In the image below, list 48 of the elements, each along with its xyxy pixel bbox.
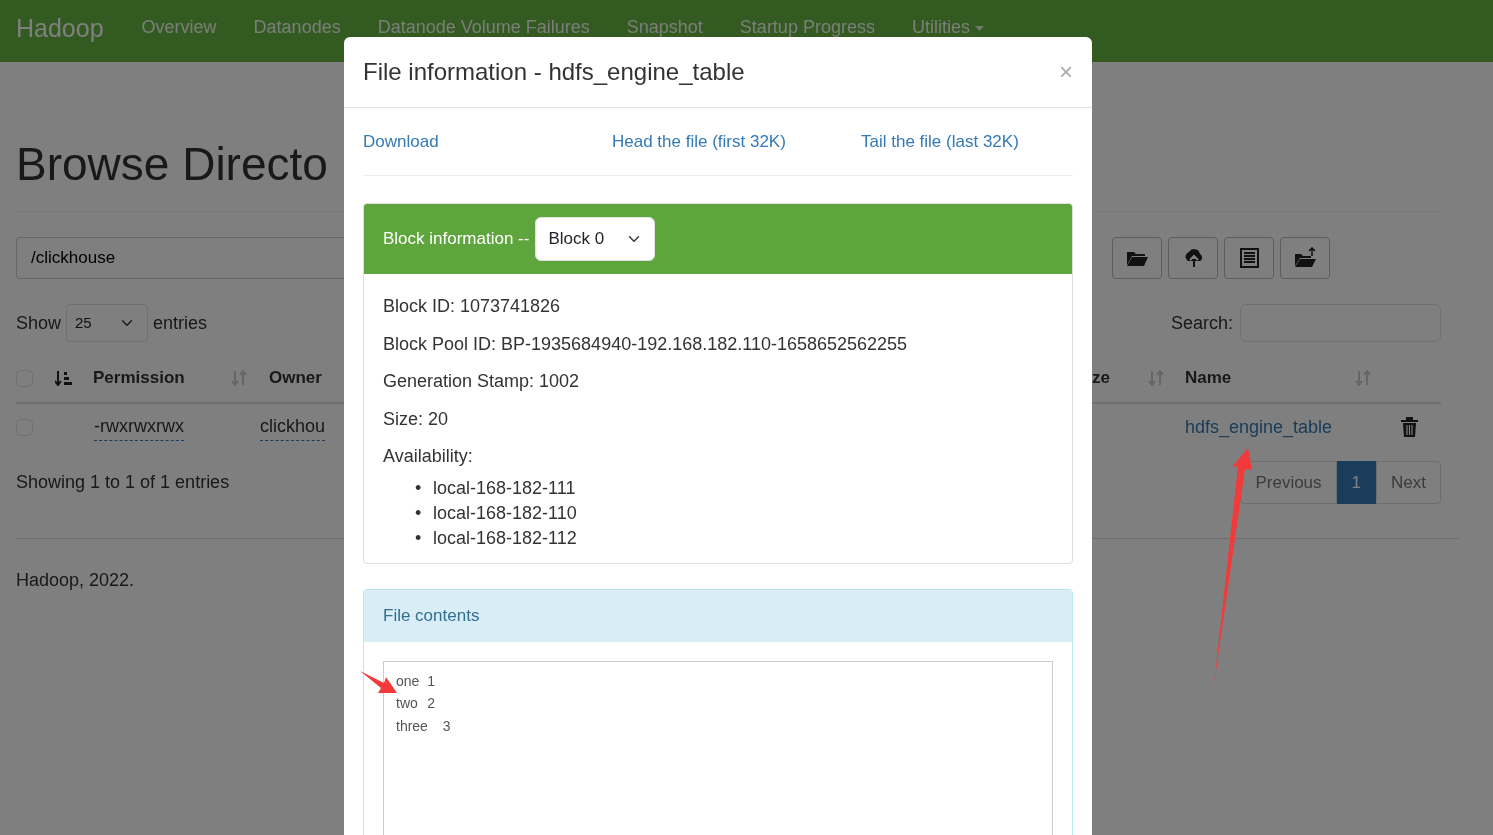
entries-info: Showing 1 to 1 of 1 entries bbox=[16, 471, 230, 494]
column-header[interactable]: Owner bbox=[269, 365, 322, 391]
dialog-title: File information - hdfs_engine_table bbox=[363, 57, 745, 87]
host-item: local-168-182-112 bbox=[433, 526, 577, 550]
page-button[interactable]: Next bbox=[1376, 461, 1441, 504]
toolbar-button[interactable] bbox=[1168, 237, 1218, 279]
info-line: Size: 20 bbox=[383, 407, 450, 431]
info-line: Block Pool ID: BP-1935684940-192.168.182.110-1658652562255 bbox=[383, 332, 909, 356]
bullet: • bbox=[415, 476, 423, 500]
folder-arrow-icon bbox=[1294, 247, 1316, 269]
page-button[interactable]: Previous bbox=[1240, 461, 1337, 504]
card-title: File contents bbox=[383, 604, 480, 627]
file-link[interactable]: Tail the file (last 32K) bbox=[861, 128, 1019, 155]
path-field[interactable]: /clickhouse bbox=[16, 237, 344, 279]
page-size-select[interactable]: 25 bbox=[66, 304, 149, 342]
column-header[interactable]: Permission bbox=[93, 365, 231, 391]
caret-icon bbox=[974, 25, 984, 31]
bullet: • bbox=[415, 526, 423, 550]
permission-cell[interactable]: -rwxrwxrwx bbox=[94, 413, 184, 441]
info-line: Block ID: 1073741826 bbox=[383, 295, 562, 318]
toolbar-button[interactable] bbox=[1224, 237, 1274, 279]
info-line: Availability: bbox=[383, 445, 474, 468]
page-button[interactable]: 1 bbox=[1336, 461, 1377, 504]
file-link[interactable]: Head the file (first 32K) bbox=[612, 128, 786, 155]
toolbar-button[interactable] bbox=[1112, 237, 1162, 279]
close-button[interactable]: × bbox=[1059, 60, 1073, 84]
block-select[interactable]: Block 0 bbox=[535, 217, 656, 261]
card-title: Block information -- bbox=[383, 228, 530, 251]
bullet: • bbox=[415, 501, 423, 525]
file-contents-field[interactable]: one 1 two 2 three 3 bbox=[383, 660, 1053, 835]
list-icon bbox=[1238, 247, 1260, 269]
page-title: Browse Directo bbox=[16, 141, 328, 187]
trash-icon[interactable] bbox=[1401, 417, 1418, 437]
file-link[interactable]: Download bbox=[363, 128, 439, 155]
host-item: local-168-182-111 bbox=[433, 476, 576, 500]
annotation-arrow bbox=[360, 671, 397, 693]
file-link[interactable]: hdfs_engine_table bbox=[1185, 413, 1401, 441]
show-label: Show bbox=[16, 311, 62, 335]
column-header[interactable]: Name bbox=[1185, 365, 1355, 391]
footer-text: Hadoop, 2022. bbox=[16, 568, 135, 592]
host-item: local-168-182-110 bbox=[433, 501, 577, 525]
entries-label: entries bbox=[153, 311, 208, 335]
sort-ascending-icon[interactable] bbox=[55, 370, 73, 386]
toolbar-button[interactable] bbox=[1280, 237, 1330, 279]
info-line: Generation Stamp: 1002 bbox=[383, 370, 581, 393]
owner-cell[interactable]: clickhou bbox=[260, 413, 325, 441]
search-label: Search: bbox=[1170, 311, 1233, 335]
column-header[interactable]: ze bbox=[1092, 365, 1148, 391]
